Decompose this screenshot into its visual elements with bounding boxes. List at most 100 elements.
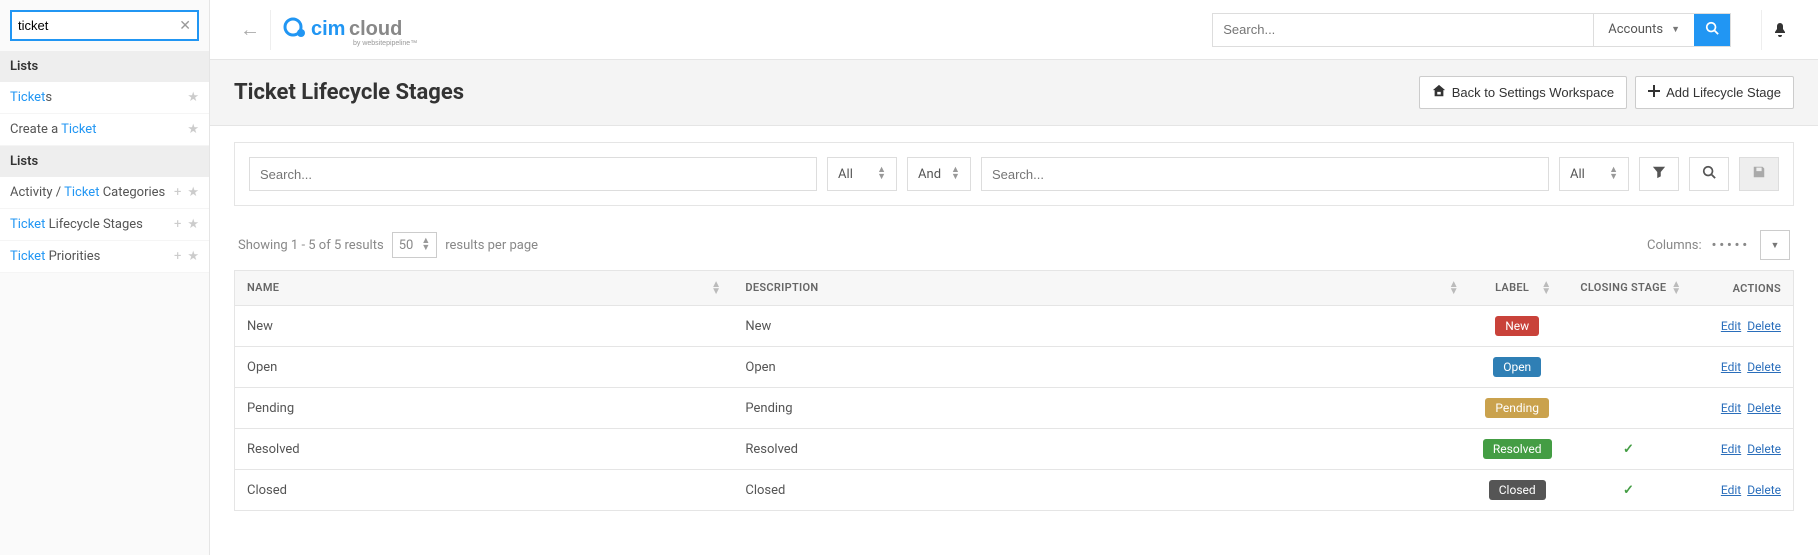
cell-label: New — [1471, 306, 1564, 347]
edit-link[interactable]: Edit — [1721, 360, 1741, 374]
per-page-suffix: results per page — [445, 238, 538, 253]
cell-closing: ✓ — [1564, 429, 1694, 470]
plus-icon[interactable]: + — [174, 217, 181, 232]
page-header: Ticket Lifecycle Stages Back to Settings… — [210, 60, 1818, 126]
page-title: Ticket Lifecycle Stages — [234, 80, 464, 105]
edit-link[interactable]: Edit — [1721, 442, 1741, 456]
app-logo: cim cloud by websitepipeline™ — [281, 13, 441, 47]
sidebar-search-input[interactable] — [12, 12, 197, 39]
svg-text:cloud: cloud — [349, 18, 402, 40]
search-icon — [1702, 165, 1716, 183]
sidebar-item[interactable]: Tickets★ — [0, 82, 209, 114]
delete-link[interactable]: Delete — [1747, 360, 1781, 374]
table-row: OpenOpenOpenEditDelete — [235, 347, 1794, 388]
filter-search-button[interactable] — [1689, 157, 1729, 191]
col-name[interactable]: NAME▲▼ — [235, 271, 734, 306]
search-button[interactable] — [1694, 14, 1730, 46]
sidebar-item[interactable]: Ticket Priorities+★ — [0, 241, 209, 273]
cell-closing — [1564, 347, 1694, 388]
star-icon[interactable]: ★ — [187, 90, 199, 105]
filter-operator-select[interactable]: And ▲▼ — [907, 157, 971, 191]
delete-link[interactable]: Delete — [1747, 319, 1781, 333]
cell-actions: Edit Delete — [1694, 388, 1794, 429]
star-icon[interactable]: ★ — [187, 185, 199, 200]
back-arrow-icon[interactable]: ← — [230, 10, 271, 50]
col-actions: ACTIONS — [1694, 271, 1794, 306]
cell-actions: Edit Delete — [1694, 470, 1794, 511]
search-scope-select[interactable]: Accounts ▼ — [1593, 14, 1694, 46]
star-icon[interactable]: ★ — [187, 249, 199, 264]
cell-description: Pending — [733, 388, 1471, 429]
cell-actions: Edit Delete — [1694, 306, 1794, 347]
cell-name: New — [235, 306, 734, 347]
filter-save-button — [1739, 157, 1779, 191]
status-badge: Closed — [1489, 480, 1546, 500]
sidebar-search-wrap: ✕ — [10, 10, 199, 41]
search-icon — [1705, 21, 1719, 39]
save-icon — [1752, 165, 1766, 183]
sort-icon: ▲▼ — [421, 238, 430, 252]
results-count: Showing 1 - 5 of 5 results — [238, 238, 384, 253]
sidebar-item[interactable]: Activity / Ticket Categories+ ★ — [0, 177, 209, 209]
table-row: PendingPendingPendingEditDelete — [235, 388, 1794, 429]
sort-icon: ▲▼ — [951, 167, 960, 181]
table-row: ResolvedResolvedResolved✓EditDelete — [235, 429, 1794, 470]
table-row: ClosedClosedClosed✓EditDelete — [235, 470, 1794, 511]
col-closing[interactable]: CLOSING STAGE▲▼ — [1564, 271, 1694, 306]
svg-text:by websitepipeline™: by websitepipeline™ — [353, 40, 417, 47]
plus-icon — [1648, 85, 1660, 100]
cell-name: Open — [235, 347, 734, 388]
cell-label: Closed — [1471, 470, 1564, 511]
plus-icon[interactable]: + — [174, 249, 181, 264]
filter-search-input-2[interactable] — [981, 157, 1549, 191]
filter-search-input-1[interactable] — [249, 157, 817, 191]
status-badge: New — [1495, 316, 1539, 336]
edit-link[interactable]: Edit — [1721, 483, 1741, 497]
status-badge: Pending — [1485, 398, 1549, 418]
svg-text:cim: cim — [311, 18, 345, 40]
sidebar-item-label: Create a Ticket — [10, 122, 187, 137]
table-row: NewNewNewEditDelete — [235, 306, 1794, 347]
delete-link[interactable]: Delete — [1747, 401, 1781, 415]
filter-apply-button[interactable] — [1639, 157, 1679, 191]
filter-field-select-1[interactable]: All ▲▼ — [827, 157, 897, 191]
star-icon[interactable]: ★ — [187, 217, 199, 232]
sidebar-item-label: Tickets — [10, 90, 187, 105]
cell-name: Closed — [235, 470, 734, 511]
caret-down-icon: ▼ — [1671, 24, 1680, 35]
per-page-select[interactable]: 50 ▲▼ — [392, 232, 438, 258]
filter-bar: All ▲▼ And ▲▼ All ▲▼ — [234, 142, 1794, 206]
cell-label: Pending — [1471, 388, 1564, 429]
filter-field-select-2[interactable]: All ▲▼ — [1559, 157, 1629, 191]
clear-icon[interactable]: ✕ — [179, 18, 191, 34]
cell-closing — [1564, 306, 1694, 347]
sidebar-group-header: Lists — [0, 146, 209, 177]
cell-actions: Edit Delete — [1694, 347, 1794, 388]
caret-down-icon: ▼ — [1771, 240, 1780, 251]
sidebar: ✕ ListsTickets★Create a Ticket★ListsActi… — [0, 0, 210, 555]
col-label[interactable]: LABEL▲▼ — [1471, 271, 1564, 306]
search-scope-label: Accounts — [1608, 22, 1663, 37]
delete-link[interactable]: Delete — [1747, 483, 1781, 497]
stages-table: NAME▲▼ DESCRIPTION▲▼ LABEL▲▼ CLOSING STA… — [234, 270, 1794, 511]
plus-icon[interactable]: + — [174, 185, 181, 200]
cell-actions: Edit Delete — [1694, 429, 1794, 470]
cell-label: Resolved — [1471, 429, 1564, 470]
notifications-icon[interactable] — [1761, 10, 1798, 50]
edit-link[interactable]: Edit — [1721, 401, 1741, 415]
add-lifecycle-stage-button[interactable]: Add Lifecycle Stage — [1635, 76, 1794, 109]
back-to-workspace-button[interactable]: Back to Settings Workspace — [1419, 76, 1627, 109]
delete-link[interactable]: Delete — [1747, 442, 1781, 456]
columns-indicator: ••••• — [1712, 238, 1750, 253]
col-description[interactable]: DESCRIPTION▲▼ — [733, 271, 1471, 306]
global-search: Accounts ▼ — [1212, 13, 1731, 47]
sidebar-item-label: Activity / Ticket Categories — [10, 185, 174, 200]
star-icon[interactable]: ★ — [187, 122, 199, 137]
global-search-input[interactable] — [1213, 14, 1593, 46]
check-icon: ✓ — [1623, 483, 1634, 498]
home-icon — [1432, 84, 1446, 101]
sidebar-item[interactable]: Ticket Lifecycle Stages+★ — [0, 209, 209, 241]
sidebar-item[interactable]: Create a Ticket★ — [0, 114, 209, 146]
columns-dropdown[interactable]: ▼ — [1760, 230, 1790, 260]
edit-link[interactable]: Edit — [1721, 319, 1741, 333]
